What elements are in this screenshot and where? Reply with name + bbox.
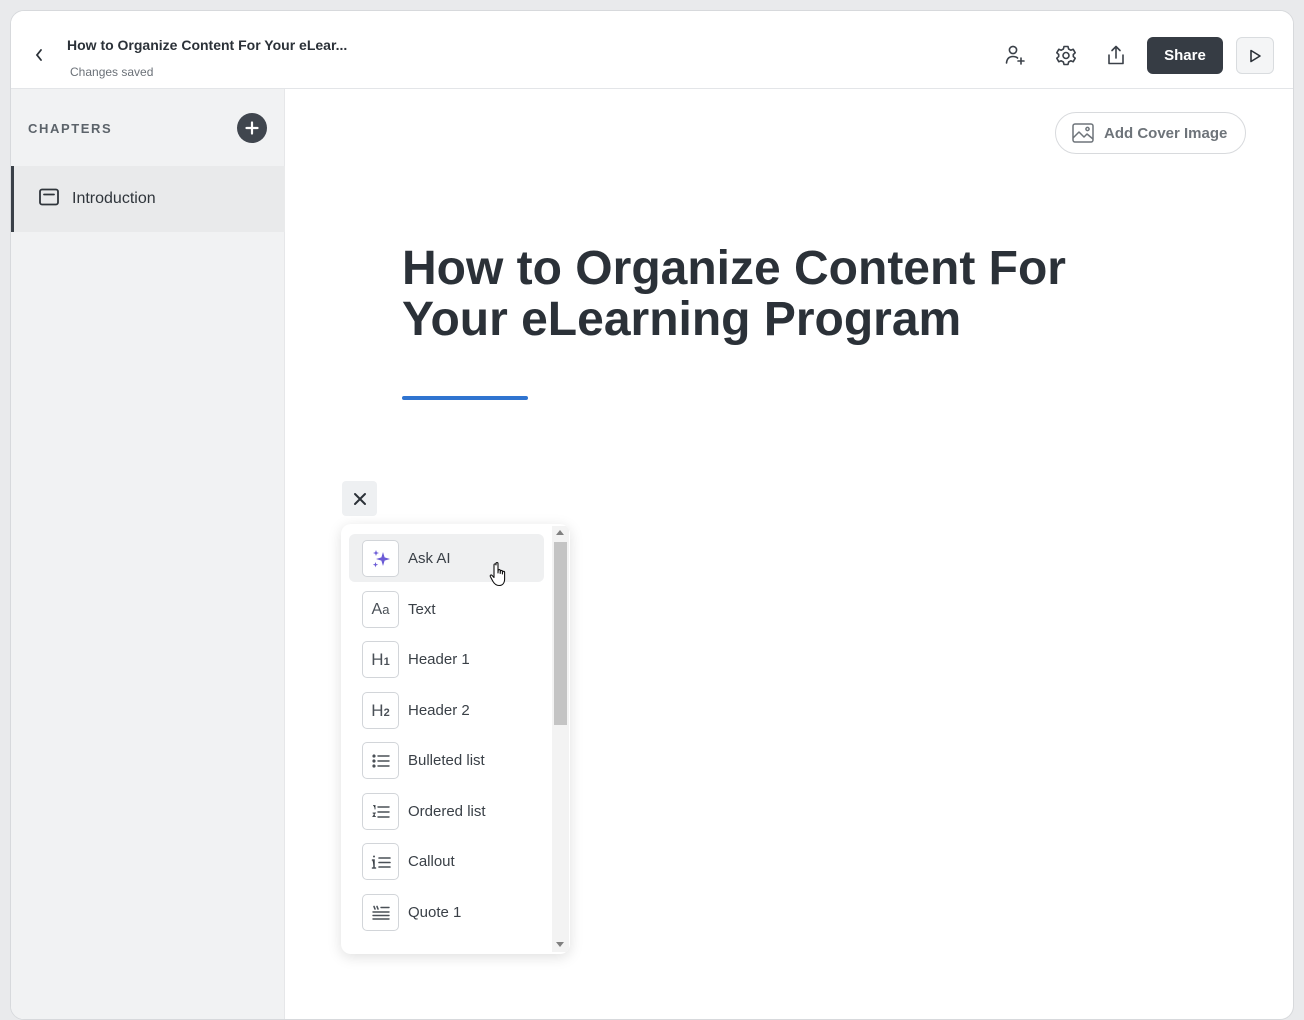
back-chevron-icon[interactable] — [29, 45, 49, 65]
sparkle-ai-icon — [362, 540, 399, 577]
app-window: How to Organize Content For Your eLear..… — [10, 10, 1294, 1020]
menu-item-quote-1[interactable]: Quote 1 — [349, 888, 544, 936]
document-title: How to Organize Content For Your eLear..… — [67, 37, 348, 53]
sidebar-item-introduction[interactable]: Introduction — [11, 166, 285, 232]
menu-item-ask-ai[interactable]: Ask AI — [349, 534, 544, 582]
play-icon — [1250, 49, 1261, 62]
settings-gear-icon[interactable] — [1054, 43, 1078, 67]
menu-item-label: Ordered list — [408, 803, 486, 820]
scroll-up-arrow-icon[interactable] — [556, 530, 564, 535]
chapter-label: Introduction — [72, 190, 156, 207]
menu-item-header-2[interactable]: H2 Header 2 — [349, 686, 544, 734]
menu-item-label: Callout — [408, 853, 455, 870]
chapters-sidebar: CHAPTERS Introduction — [11, 89, 285, 1019]
play-preview-button[interactable] — [1236, 37, 1274, 74]
close-menu-button[interactable] — [342, 481, 377, 516]
hand-pointer-cursor-icon — [489, 562, 506, 587]
header-1-icon: H1 — [362, 641, 399, 678]
menu-item-label: Header 1 — [408, 651, 470, 668]
menu-item-ordered-list[interactable]: Ordered list — [349, 787, 544, 835]
block-insert-menu: Ask AI Aa Text H1 Header 1 H2 Header 2 B… — [341, 524, 570, 954]
top-bar: How to Organize Content For Your eLear..… — [11, 11, 1293, 89]
menu-scroll-thumb[interactable] — [554, 542, 567, 725]
menu-item-label: Text — [408, 601, 436, 618]
menu-item-label: Ask AI — [408, 550, 451, 567]
quote-icon — [362, 894, 399, 931]
add-user-icon[interactable] — [1003, 43, 1027, 67]
menu-item-callout[interactable]: Callout — [349, 837, 544, 885]
menu-item-label: Header 2 — [408, 702, 470, 719]
callout-icon — [362, 843, 399, 880]
add-cover-image-button[interactable]: Add Cover Image — [1055, 112, 1246, 154]
page-title[interactable]: How to Organize Content For Your eLearni… — [402, 243, 1122, 345]
ordered-list-icon — [362, 793, 399, 830]
chapter-card-icon — [39, 188, 59, 206]
chapters-heading: CHAPTERS — [28, 121, 113, 136]
image-icon — [1072, 123, 1094, 143]
menu-item-label: Bulleted list — [408, 752, 485, 769]
save-status: Changes saved — [70, 65, 154, 79]
title-underline — [402, 396, 528, 400]
text-aa-icon: Aa — [362, 591, 399, 628]
add-chapter-button[interactable] — [237, 113, 267, 143]
close-icon — [353, 492, 366, 505]
menu-item-text[interactable]: Aa Text — [349, 585, 544, 633]
share-button[interactable]: Share — [1147, 37, 1223, 74]
scroll-down-arrow-icon[interactable] — [556, 942, 564, 947]
plus-icon — [245, 121, 259, 135]
bulleted-list-icon — [362, 742, 399, 779]
menu-item-label: Quote 1 — [408, 904, 462, 921]
export-upload-icon[interactable] — [1104, 43, 1128, 67]
menu-item-header-1[interactable]: H1 Header 1 — [349, 635, 544, 683]
add-cover-image-label: Add Cover Image — [1104, 124, 1228, 142]
menu-item-bulleted-list[interactable]: Bulleted list — [349, 736, 544, 784]
header-2-icon: H2 — [362, 692, 399, 729]
